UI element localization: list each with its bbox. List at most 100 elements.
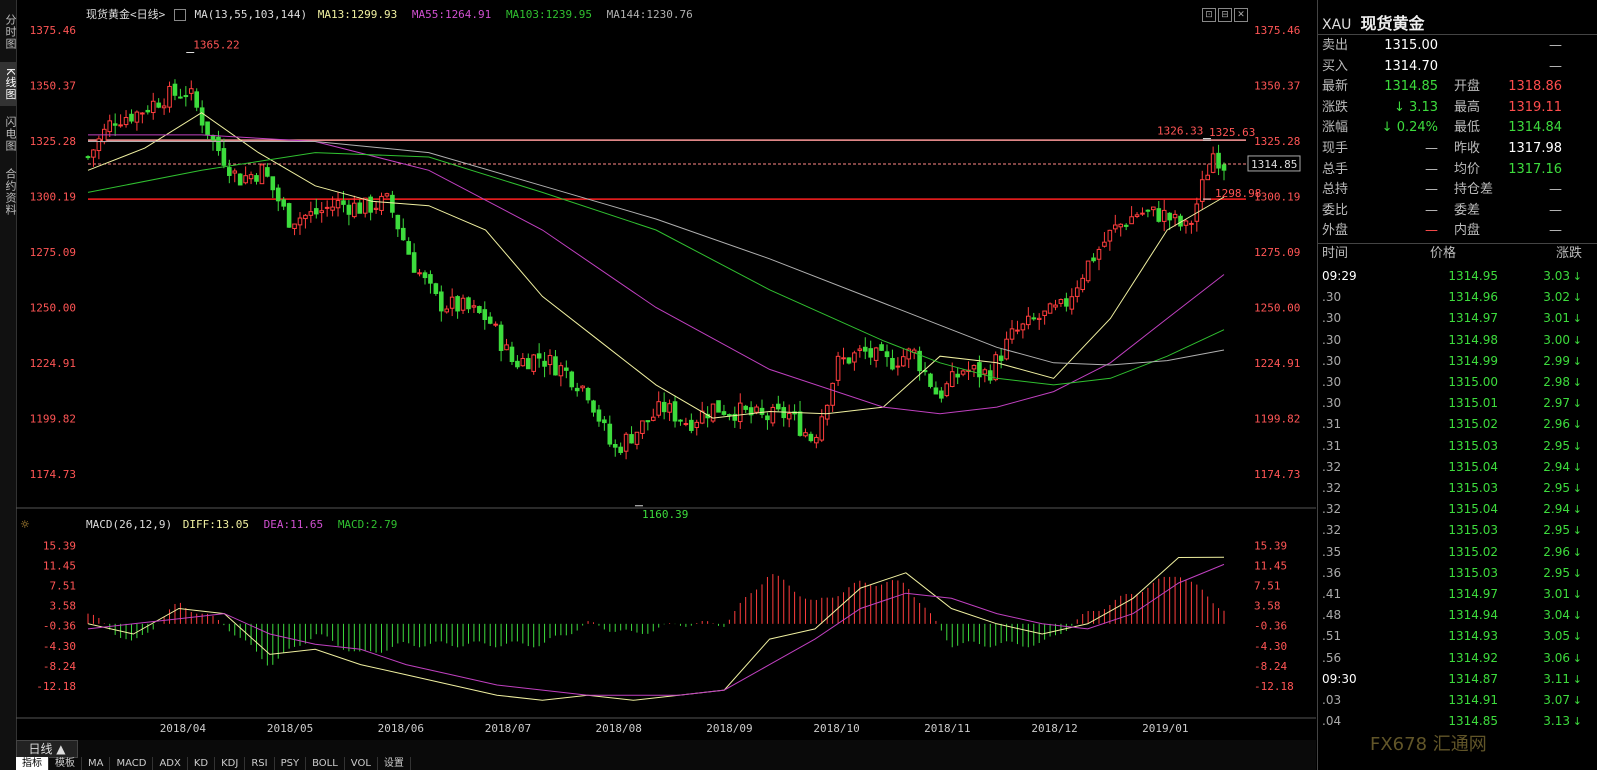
candle-body [498, 324, 504, 351]
chart-area[interactable]: 1314.85 1365.22 1160.39 1326.33 1325.63 1298… [16, 0, 1316, 740]
tick-price: 1314.95 [1448, 269, 1498, 283]
tick-time: .30 [1322, 290, 1342, 305]
tick-price: 1315.02 [1448, 544, 1498, 559]
indicator-tab-11[interactable]: 设置 [378, 757, 411, 770]
down-arrow-icon: ↓ [1572, 460, 1582, 474]
candle-body [765, 415, 770, 421]
candle-body [292, 223, 297, 229]
tick-time: 09:29 [1322, 269, 1357, 283]
candle-body [852, 352, 857, 363]
indicator-tab-9[interactable]: BOLL [306, 757, 345, 770]
tick-time: .31 [1322, 417, 1342, 432]
down-arrow-icon: ↓ [1572, 503, 1582, 517]
candle-body [150, 100, 156, 114]
candle-body [678, 419, 683, 422]
candle-body [770, 406, 776, 424]
candle-body [987, 370, 993, 381]
down-arrow-icon: ↓ [1572, 694, 1582, 707]
candle-body [944, 383, 950, 397]
tick-row: .31 1315.03 2.95 ↓ [1318, 436, 1597, 457]
tick-time: .30 [1322, 375, 1342, 389]
candle-body [1047, 303, 1053, 314]
candle-body [1053, 304, 1058, 308]
indicator-tab-6[interactable]: KDJ [215, 757, 246, 770]
kline-chart-svg[interactable]: 1314.85 1365.221160.391326.33 1325.631298… [16, 0, 1316, 740]
tick-change: 2.96 [1543, 544, 1570, 559]
tick-header-time: 时间 [1322, 246, 1349, 261]
chart-tool-icon[interactable]: ⊡ [1202, 8, 1216, 22]
tick-time: .31 [1322, 438, 1342, 453]
quote-row: 涨跌 ↓ 3.13 最高 1319.11 [1318, 98, 1597, 118]
candle-body [118, 124, 123, 127]
candle-body [1112, 224, 1118, 230]
candle-body [319, 210, 325, 214]
close-icon[interactable]: ✕ [1234, 8, 1248, 22]
indicator-tab-10[interactable]: VOL [345, 757, 378, 770]
tick-header-price: 价格 [1430, 246, 1457, 261]
quote-label: 买入 [1322, 58, 1349, 74]
candle-body [928, 373, 933, 387]
candle-body [634, 431, 640, 445]
tick-change: 3.01 [1543, 587, 1570, 601]
candle-body [569, 371, 575, 388]
down-arrow-icon: ↓ [1572, 588, 1582, 601]
tick-row: 09:30 1314.87 3.11 ↓ [1318, 669, 1597, 690]
indicator-tab-0[interactable]: 指标 [16, 757, 49, 770]
candle-body [564, 367, 569, 371]
tick-change: 2.95 [1543, 438, 1570, 453]
candle-body [901, 356, 906, 367]
tab-time-chart[interactable]: 分时图 [0, 8, 17, 56]
x-tick-label: 2018/12 [1031, 722, 1077, 735]
macd-tick-label-right: 15.39 [1254, 539, 1287, 552]
candle-body [324, 206, 330, 209]
period-selector[interactable]: 日线 ▲ [16, 740, 78, 758]
candle-body [721, 411, 727, 415]
macd-gear-icon[interactable]: ☼ [20, 518, 30, 531]
tab-contract-info[interactable]: 合约资料 [0, 162, 17, 222]
candle-body [406, 241, 411, 255]
candle-body [281, 199, 286, 207]
candle-body [379, 195, 384, 211]
y-tick-label-left: 1375.46 [30, 24, 76, 37]
tick-time: .36 [1322, 565, 1342, 580]
down-arrow-icon: ↓ [1572, 418, 1582, 432]
indicator-tab-3[interactable]: MACD [110, 757, 154, 770]
indicator-tab-7[interactable]: RSI [245, 757, 275, 770]
tab-flash-chart[interactable]: 闪电图 [0, 110, 17, 158]
indicator-tab-1[interactable]: 模板 [49, 757, 82, 770]
quote-value: ↓ 0.24% [1381, 120, 1438, 136]
chart-tool-icon[interactable]: ⊟ [1218, 8, 1232, 22]
quote-value: — [1425, 202, 1438, 218]
indicator-tab-8[interactable]: PSY [275, 757, 307, 770]
candle-body [553, 356, 558, 376]
macd-dea-line [87, 563, 1225, 696]
candle-body [1134, 214, 1140, 217]
indicator-tab-2[interactable]: MA [82, 757, 111, 770]
tab-kline-chart[interactable]: K线图 [0, 62, 17, 106]
candle-body [547, 355, 553, 366]
tick-price: 1314.94 [1448, 608, 1498, 623]
candle-body [205, 121, 210, 136]
quote-row: 总手 — 均价 1317.16 [1318, 160, 1597, 180]
candle-body [1036, 317, 1042, 320]
indicator-tab-4[interactable]: ADX [153, 757, 188, 770]
quote-row: 卖出 1315.00 — [1318, 36, 1597, 56]
tick-change: 3.00 [1543, 332, 1570, 347]
quote-label: 涨跌 [1322, 99, 1349, 115]
quote-value: — [1549, 202, 1562, 218]
candle-body [672, 401, 678, 422]
down-arrow-icon: ↓ [1572, 566, 1582, 580]
macd-value: MACD:2.79 [337, 518, 398, 531]
candle-body [607, 423, 613, 445]
quote-value: — [1549, 182, 1562, 198]
legend-ma-icon[interactable] [173, 9, 186, 21]
tick-row: .30 1314.97 3.01 ↓ [1318, 308, 1597, 329]
candle-body [1189, 222, 1194, 225]
indicator-tab-5[interactable]: KD [188, 757, 216, 770]
down-arrow-icon: ↓ [1572, 439, 1582, 453]
candle-body [400, 227, 406, 241]
candle-body [623, 433, 629, 452]
macd-tick-label-right: -8.24 [1254, 660, 1287, 673]
tick-price: 1314.92 [1448, 650, 1498, 665]
candle-body [297, 217, 303, 226]
